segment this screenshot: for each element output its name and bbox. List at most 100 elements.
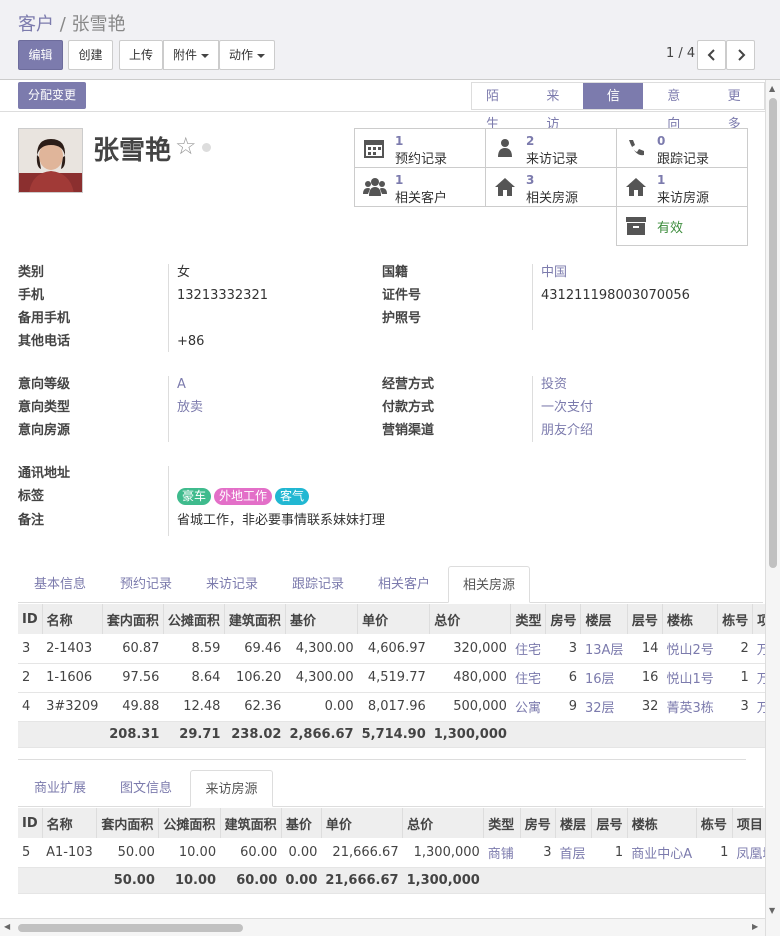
scroll-down-icon[interactable]: ▼ (769, 906, 775, 915)
column-header[interactable]: 公摊面积 (163, 604, 225, 634)
horizontal-scrollbar[interactable]: ◀ ▶ (0, 918, 765, 936)
column-header[interactable]: 楼栋 (662, 604, 719, 634)
table-cell[interactable]: 商业中心A (627, 838, 697, 868)
column-header[interactable]: 栋号 (717, 604, 754, 634)
table-cell[interactable]: 16层 (580, 663, 628, 693)
smart-button-相关房源[interactable]: 3 相关房源 (486, 168, 617, 207)
action-dropdown[interactable]: 动作 (219, 40, 275, 70)
assign-change-button[interactable]: 分配变更 (18, 82, 87, 109)
stage-0[interactable]: 陌生 (471, 82, 523, 132)
tab-来访房源[interactable]: 来访房源 (190, 770, 273, 807)
stage-1[interactable]: 来访 (522, 82, 583, 132)
table-cell[interactable]: 悦山2号 (662, 634, 718, 664)
breadcrumb-parent-link[interactable]: 客户 (18, 14, 54, 35)
column-header[interactable]: 房号 (545, 604, 582, 634)
scroll-left-icon[interactable]: ◀ (4, 922, 10, 931)
table-cell[interactable]: 凤凰城 (732, 838, 765, 868)
field-value[interactable]: 放卖 (177, 398, 203, 418)
tab-来访记录[interactable]: 来访记录 (189, 566, 275, 603)
smart-button-预约记录[interactable]: 1 预约记录 (355, 129, 486, 168)
pager-next-button[interactable] (726, 40, 755, 70)
column-header[interactable]: 名称 (42, 604, 103, 634)
stage-3[interactable]: 意向 (643, 82, 704, 132)
column-header[interactable]: 层号 (627, 604, 663, 634)
column-header[interactable]: 类型 (510, 604, 547, 634)
table-row[interactable]: 2 1-1606 97.56 8.64 106.20 4,300.00 4,519.77 48… (18, 663, 765, 693)
stage-2[interactable]: 信任 (582, 82, 644, 132)
star-icon[interactable]: ☆ (175, 132, 197, 160)
table-cell[interactable]: 商铺 (483, 838, 521, 868)
scroll-up-icon[interactable]: ▲ (769, 84, 775, 93)
table-cell[interactable]: 万达城 (752, 692, 765, 722)
table-row[interactable]: 5 A1-103 50.00 10.00 60.00 0.00 21,666.67 1,300… (18, 838, 765, 868)
edit-button[interactable]: 编辑 (18, 40, 63, 70)
column-header[interactable]: 总价 (429, 604, 512, 634)
field-value[interactable]: A (177, 375, 186, 395)
column-header[interactable]: 楼层 (580, 604, 628, 634)
column-header[interactable]: 类型 (483, 808, 521, 838)
field-value[interactable]: 一次支付 (541, 398, 593, 418)
vertical-scrollbar[interactable]: ▲ ▼ (765, 80, 780, 936)
tags-field[interactable]: 豪车 外地工作 客气 (177, 487, 312, 507)
table-cell[interactable]: 32层 (580, 692, 628, 722)
column-header[interactable]: 单价 (321, 808, 404, 838)
avatar[interactable] (18, 128, 83, 193)
table-cell[interactable]: 万科城 (752, 663, 765, 693)
column-header[interactable]: 名称 (42, 808, 98, 838)
column-header[interactable]: 项目 (732, 808, 765, 838)
upload-button[interactable]: 上传 (119, 40, 163, 70)
table-cell[interactable]: 13A层 (580, 634, 628, 664)
tab-商业扩展[interactable]: 商业扩展 (18, 770, 102, 807)
table-cell[interactable]: 悦山1号 (662, 663, 718, 693)
tab-相关客户[interactable]: 相关客户 (361, 566, 447, 603)
scroll-right-icon[interactable]: ▶ (752, 922, 758, 931)
column-header[interactable]: 层号 (591, 808, 628, 838)
tag-badge[interactable]: 外地工作 (214, 488, 273, 505)
pager-previous-button[interactable] (697, 40, 726, 70)
table-cell[interactable]: 住宅 (510, 663, 546, 693)
table-cell[interactable]: 菁英3栋 (662, 692, 718, 722)
column-header[interactable]: ID (18, 808, 43, 838)
column-header[interactable]: 建筑面积 (224, 604, 286, 634)
tag-badge[interactable]: 客气 (275, 488, 310, 505)
column-header[interactable]: 套内面积 (102, 604, 164, 634)
table-row[interactable]: 3 2-1403 60.87 8.59 69.46 4,300.00 4,606.97 320… (18, 634, 765, 664)
attachment-dropdown[interactable]: 附件 (163, 40, 219, 70)
field-value[interactable]: 投资 (541, 375, 567, 395)
tab-相关房源[interactable]: 相关房源 (448, 566, 530, 603)
tab-基本信息[interactable]: 基本信息 (18, 566, 102, 603)
column-header[interactable]: 套内面积 (96, 808, 160, 838)
vertical-scrollbar-thumb[interactable] (769, 98, 777, 568)
table-row[interactable]: 4 3#3209 49.88 12.48 62.36 0.00 8,017.96 500,00… (18, 692, 765, 722)
column-header[interactable]: 楼层 (555, 808, 593, 838)
tab-图文信息[interactable]: 图文信息 (103, 770, 189, 807)
table-cell[interactable]: 万科城 (752, 634, 765, 664)
tab-预约记录[interactable]: 预约记录 (103, 566, 189, 603)
column-header[interactable]: 公摊面积 (158, 808, 221, 838)
column-header[interactable]: 建筑面积 (220, 808, 282, 838)
column-header[interactable]: 房号 (520, 808, 557, 838)
tag-badge[interactable]: 豪车 (177, 488, 212, 505)
column-header[interactable]: ID (18, 604, 43, 634)
tab-跟踪记录[interactable]: 跟踪记录 (275, 566, 361, 603)
column-header[interactable]: 总价 (402, 808, 485, 838)
column-header[interactable]: 单价 (357, 604, 431, 634)
smart-button-来访房源[interactable]: 1 来访房源 (617, 168, 748, 207)
horizontal-scrollbar-thumb[interactable] (18, 924, 243, 932)
column-header[interactable]: 基价 (285, 604, 359, 634)
smart-button-跟踪记录[interactable]: 0 跟踪记录 (617, 129, 748, 168)
table-cell[interactable]: 公寓 (510, 692, 546, 722)
archive-toggle-button[interactable]: 有效 (617, 207, 748, 246)
field-value[interactable]: 朋友介绍 (541, 421, 593, 441)
table-cell[interactable]: 住宅 (510, 634, 546, 664)
stage-4[interactable]: 更多 (703, 82, 765, 132)
smart-button-相关客户[interactable]: 1 相关客户 (355, 168, 486, 207)
column-header[interactable]: 项目 (752, 604, 765, 634)
table-cell[interactable]: 首层 (555, 838, 592, 868)
column-header[interactable]: 楼栋 (627, 808, 697, 838)
smart-button-来访记录[interactable]: 2 来访记录 (486, 129, 617, 168)
column-header[interactable]: 栋号 (696, 808, 733, 838)
pager-value: 1 / 4 (666, 46, 696, 61)
column-header[interactable]: 基价 (281, 808, 322, 838)
create-button[interactable]: 创建 (68, 40, 113, 70)
